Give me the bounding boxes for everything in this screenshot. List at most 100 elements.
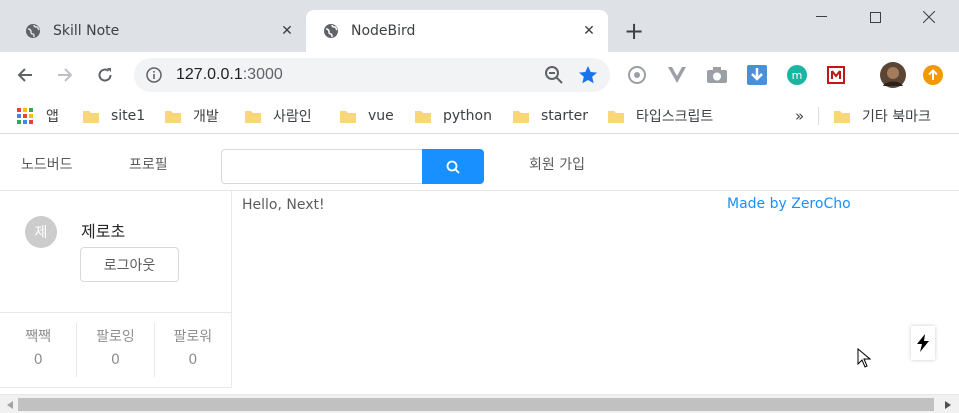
- bookmark-label: starter: [541, 108, 588, 124]
- back-button[interactable]: [11, 61, 39, 89]
- maximize-button[interactable]: [852, 0, 898, 34]
- folder-icon: [165, 110, 181, 123]
- horizontal-scrollbar[interactable]: [0, 394, 959, 413]
- search-icon: [446, 160, 460, 174]
- bookmarks-bar: 앱 site1 개발 사람인 vue python starter 타입스크립트…: [0, 98, 959, 134]
- extension-camera-lens-icon[interactable]: [626, 64, 648, 86]
- minimize-icon: [815, 16, 827, 17]
- bookmark-label: python: [443, 108, 492, 124]
- folder-icon: [415, 110, 431, 123]
- bookmark-label: 사람인: [273, 109, 312, 125]
- forward-button[interactable]: [51, 61, 79, 89]
- close-tab-icon[interactable]: ✕: [578, 20, 600, 42]
- bookmark-folder[interactable]: starter: [513, 105, 588, 127]
- close-window-button[interactable]: [906, 0, 952, 34]
- menu-item-signup[interactable]: 회원 가입: [529, 139, 585, 191]
- extension-download-icon[interactable]: [746, 64, 768, 86]
- bookmark-folder[interactable]: python: [415, 105, 492, 127]
- menu-item-profile[interactable]: 프로필: [129, 139, 168, 191]
- bookmark-apps[interactable]: 앱: [17, 105, 59, 127]
- address-bar[interactable]: 127.0.0.1:3000: [134, 58, 610, 92]
- update-icon[interactable]: [922, 64, 944, 86]
- stat-posts[interactable]: 짹짹 0: [0, 323, 78, 377]
- extension-mcafee-icon[interactable]: [825, 64, 847, 86]
- folder-icon: [834, 110, 850, 123]
- stat-followers[interactable]: 팔로워 0: [155, 323, 231, 377]
- folder-icon: [83, 110, 99, 123]
- caret-left-icon: [6, 400, 13, 409]
- bookmark-folder[interactable]: 타입스크립트: [608, 105, 713, 127]
- bookmark-folder[interactable]: 사람인: [245, 105, 312, 127]
- profile-stats: 짹짹 0 팔로잉 0 팔로워 0: [0, 312, 231, 387]
- folder-icon: [513, 110, 529, 123]
- maximize-icon: [869, 11, 881, 23]
- info-icon: [146, 67, 162, 83]
- bookmark-label: 개발: [193, 109, 219, 125]
- search-button[interactable]: [422, 149, 484, 184]
- bookmark-other-folder[interactable]: 기타 북마크: [834, 105, 931, 127]
- scroll-left-arrow[interactable]: [2, 398, 17, 411]
- url-host: 127.0.0.1: [176, 66, 243, 83]
- next-prerender-indicator[interactable]: [911, 326, 935, 360]
- apps-grid-icon: [17, 108, 33, 124]
- folder-icon: [245, 110, 261, 123]
- tab-title: Skill Note: [53, 23, 120, 39]
- bookmark-label: site1: [111, 108, 146, 124]
- extension-m-icon[interactable]: m: [786, 64, 808, 86]
- stat-label: 팔로잉: [96, 329, 135, 345]
- tab-nodebird[interactable]: NodeBird ✕: [306, 10, 608, 52]
- extension-screenshot-icon[interactable]: [706, 64, 728, 86]
- close-tab-icon[interactable]: ✕: [276, 20, 298, 42]
- browser-toolbar: 127.0.0.1:3000 m: [0, 52, 959, 98]
- tab-strip: Skill Note ✕ NodeBird ✕ +: [0, 0, 959, 52]
- stat-count: 0: [111, 352, 120, 368]
- stat-following[interactable]: 팔로잉 0: [77, 323, 155, 377]
- bookmark-folder[interactable]: site1: [83, 105, 145, 127]
- stat-count: 0: [188, 352, 198, 368]
- bookmark-star-icon[interactable]: [578, 65, 598, 85]
- close-icon: [923, 11, 935, 23]
- folder-icon: [340, 110, 356, 123]
- stat-label: 팔로워: [173, 329, 213, 345]
- search-input[interactable]: [221, 149, 423, 184]
- minimize-button[interactable]: [798, 0, 844, 34]
- menu-item-home[interactable]: 노드버드: [21, 139, 73, 191]
- url-port: :3000: [242, 66, 283, 83]
- bookmark-label: 타입스크립트: [636, 109, 714, 125]
- tab-title: NodeBird: [351, 23, 416, 39]
- tab-skill-note[interactable]: Skill Note ✕: [8, 10, 306, 52]
- made-by-link[interactable]: Made by ZeroCho: [727, 196, 851, 212]
- bookmark-folder[interactable]: 개발: [165, 105, 219, 127]
- user-nickname: 제로초: [81, 222, 126, 241]
- globe-icon: [26, 24, 40, 38]
- globe-icon: [324, 24, 338, 38]
- zoom-out-icon[interactable]: [544, 65, 564, 85]
- mouse-cursor-icon: [857, 348, 871, 368]
- caret-right-icon: [944, 400, 951, 409]
- new-tab-button[interactable]: +: [620, 17, 648, 45]
- lightning-icon: [917, 334, 929, 352]
- profile-card: 제 제로초 로그아웃 짹짹 0 팔로잉 0 팔로워 0: [0, 191, 232, 388]
- bookmarks-divider: [818, 107, 819, 125]
- bookmarks-overflow-button[interactable]: »: [795, 105, 804, 127]
- scroll-right-arrow[interactable]: [940, 398, 955, 411]
- extension-vue-devtools-icon[interactable]: [666, 64, 688, 86]
- scrollbar-thumb[interactable]: [18, 398, 934, 411]
- back-arrow-icon: [17, 68, 32, 82]
- top-menu: 노드버드 프로필 회원 가입: [0, 139, 959, 191]
- reload-button[interactable]: [91, 61, 119, 89]
- bookmark-label: vue: [368, 108, 394, 124]
- url-text: 127.0.0.1:3000: [176, 66, 544, 84]
- svg-text:m: m: [792, 69, 803, 82]
- reload-icon: [98, 68, 112, 82]
- bookmark-label: 앱: [46, 109, 59, 125]
- bookmark-folder[interactable]: vue: [340, 105, 394, 127]
- bookmark-label: 기타 북마크: [862, 109, 931, 125]
- page-viewport: 노드버드 프로필 회원 가입 제 제로초 로그아웃 짹짹 0 팔로잉 0 팔로워…: [0, 139, 959, 394]
- logout-button[interactable]: 로그아웃: [80, 247, 179, 282]
- folder-icon: [608, 110, 624, 123]
- user-avatar: 제: [25, 216, 57, 248]
- forward-arrow-icon: [58, 68, 73, 82]
- stat-count: 0: [33, 352, 43, 368]
- profile-avatar[interactable]: [880, 62, 906, 88]
